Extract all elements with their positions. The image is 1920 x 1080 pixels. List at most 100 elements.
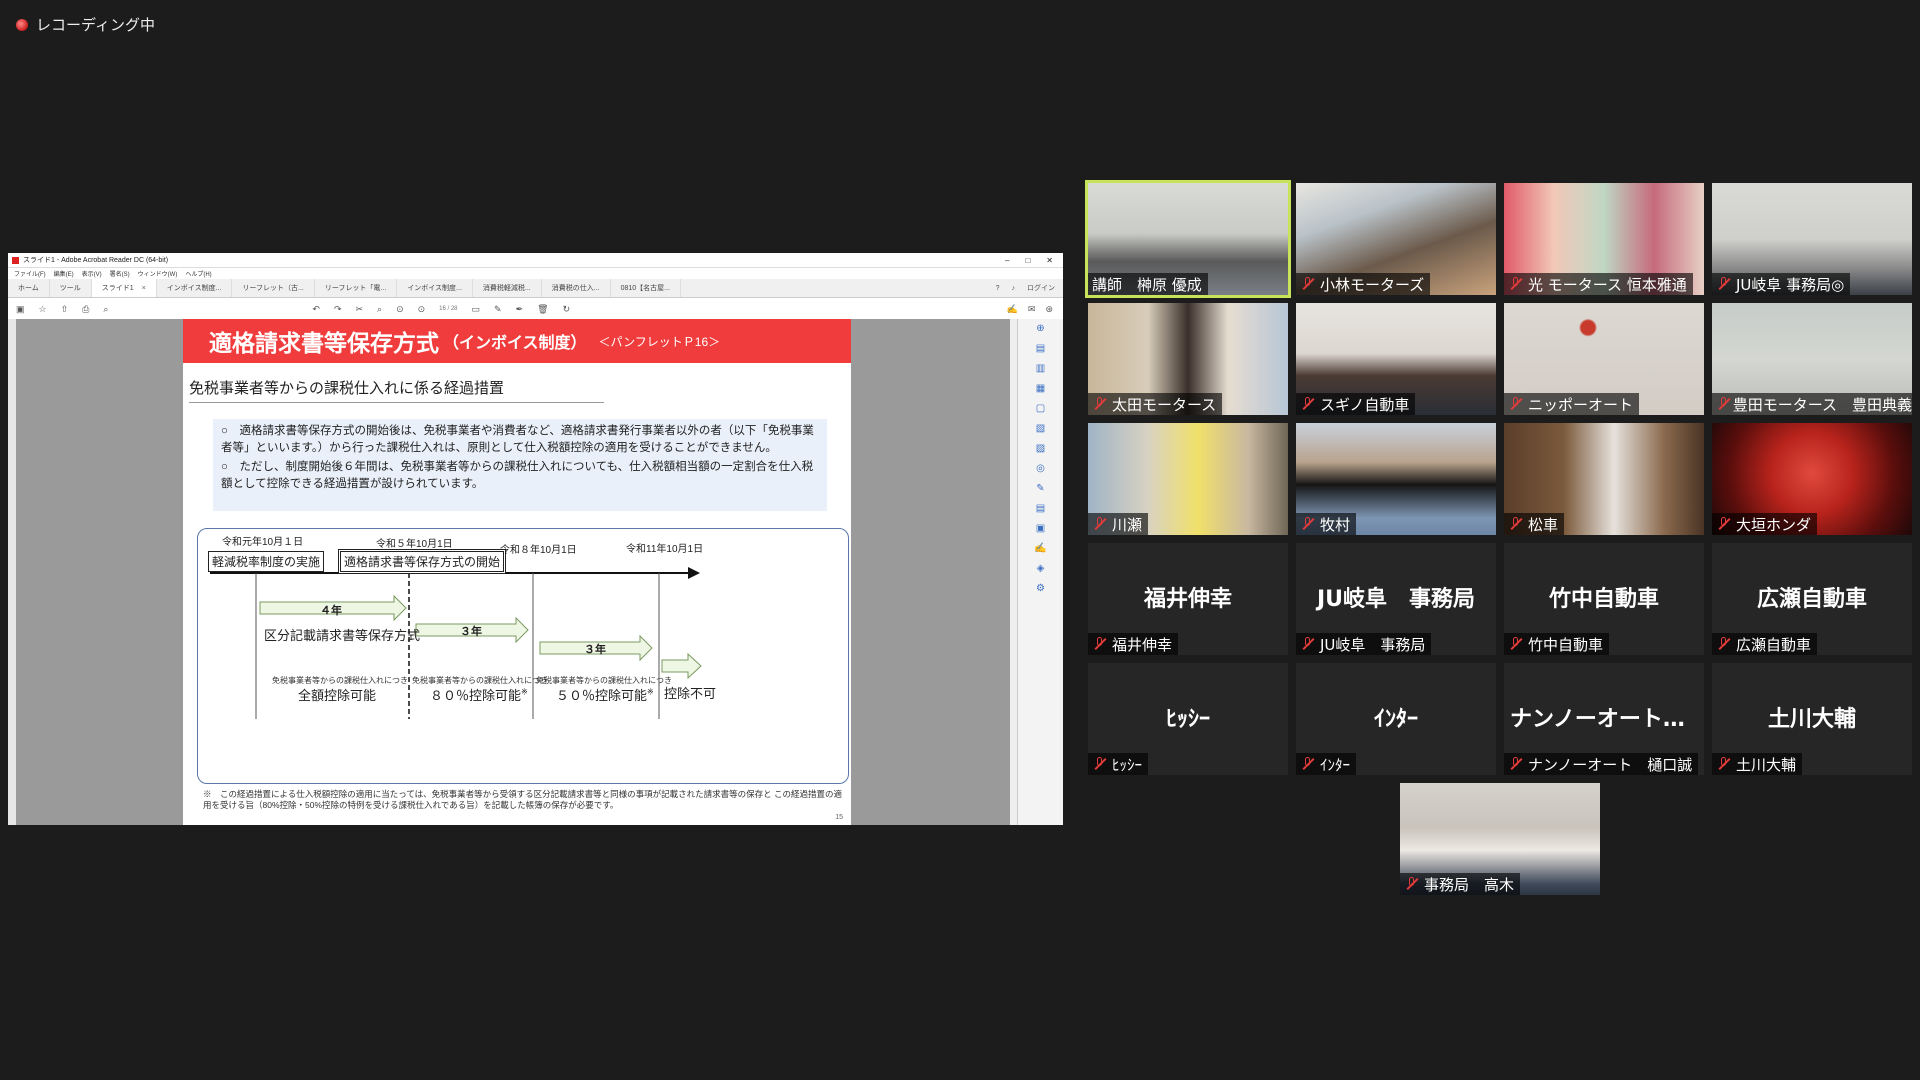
note-mark: ※ <box>521 687 528 697</box>
next-page-icon[interactable]: ⊙ <box>418 304 426 315</box>
tab-home[interactable]: ホーム <box>8 279 50 297</box>
participant-name: 光 モータース 恒本雅通 <box>1528 275 1687 294</box>
sign-icon[interactable]: ✒ <box>516 304 524 315</box>
tab-document-active[interactable]: スライド1 × <box>91 279 157 297</box>
stamp-icon[interactable]: ▤ <box>1036 503 1045 514</box>
star-icon[interactable]: ☆ <box>39 304 47 315</box>
tab-document[interactable]: 消費税の仕入... <box>542 279 611 297</box>
organize-icon[interactable]: ▧ <box>1036 423 1045 434</box>
participant-name: 竹中自動車 <box>1528 635 1604 654</box>
save-icon[interactable]: ▣ <box>16 304 25 315</box>
participant-tile[interactable]: 福井伸幸 福井伸幸 <box>1088 543 1288 655</box>
shared-screen[interactable]: スライド1 - Adobe Acrobat Reader DC (64-bit)… <box>8 253 1063 825</box>
participant-name: 福井伸幸 <box>1112 635 1173 654</box>
result-text: ８０％控除可能 <box>430 688 522 703</box>
participant-name-bar: 福井伸幸 <box>1088 633 1179 655</box>
delete-icon[interactable]: 🗑 <box>537 304 548 315</box>
participant-name-bar: 事務局 高木 <box>1400 873 1521 895</box>
participant-tile[interactable]: 広瀬自動車 広瀬自動車 <box>1712 543 1912 655</box>
minimize-icon[interactable]: – <box>1005 256 1009 265</box>
participant-tile[interactable]: JU岐阜 事務局 JU岐阜 事務局 <box>1296 543 1496 655</box>
mic-muted-icon <box>1508 756 1524 772</box>
menu-item[interactable]: 表示(V) <box>82 269 102 278</box>
tab-tools[interactable]: ツール <box>50 279 92 297</box>
cut-icon[interactable]: ✂ <box>355 304 363 315</box>
mail-icon[interactable]: ✉ <box>1028 304 1036 315</box>
result-text: ５０％控除可能 <box>556 688 648 703</box>
maximize-icon[interactable]: □ <box>1025 256 1030 265</box>
upload-icon[interactable]: ⇧ <box>61 304 69 315</box>
participant-tile[interactable]: ｲﾝﾀｰ ｲﾝﾀｰ <box>1296 663 1496 775</box>
document-area[interactable]: 適格請求書等保存方式 （インボイス制度） ＜パンフレットＰ16＞ 免税事業者等か… <box>8 319 1018 825</box>
participant-display-name: JU岐阜 事務局 <box>1316 587 1476 612</box>
menu-item[interactable]: ウィンドウ(W) <box>138 269 178 278</box>
sign-tool-icon[interactable]: ✍ <box>1034 543 1046 554</box>
comment-icon[interactable]: ▭ <box>472 304 481 315</box>
tab-document[interactable]: 消費税軽減税... <box>473 279 542 297</box>
search-icon[interactable]: ⌕ <box>377 304 382 315</box>
participant-tile[interactable]: ニッポーオート <box>1504 303 1704 415</box>
login-link[interactable]: ログイン <box>1027 283 1055 293</box>
help-icon[interactable]: ? <box>996 285 1000 292</box>
slide-page: 適格請求書等保存方式 （インボイス制度） ＜パンフレットＰ16＞ 免税事業者等か… <box>183 319 851 825</box>
tab-document[interactable]: インボイス制度... <box>397 279 473 297</box>
tab-document[interactable]: インボイス制度... <box>157 279 233 297</box>
participant-name: 講師 榊原 優成 <box>1092 275 1202 294</box>
tab-document[interactable]: リーフレット（古... <box>232 279 315 297</box>
mic-muted-icon <box>1092 756 1108 772</box>
protect-icon[interactable]: ◎ <box>1036 463 1045 474</box>
close-icon[interactable]: ✕ <box>1046 256 1053 265</box>
tab-close-icon[interactable]: × <box>142 285 146 292</box>
participant-tile[interactable]: 事務局 高木 <box>1400 783 1600 895</box>
create-pdf-icon[interactable]: ▥ <box>1036 363 1045 374</box>
participant-tile[interactable]: 太田モータース <box>1088 303 1288 415</box>
participant-tile[interactable]: 川瀬 <box>1088 423 1288 535</box>
page-indicator[interactable]: 16 / 28 <box>439 306 457 312</box>
participant-tile[interactable]: 竹中自動車 竹中自動車 <box>1504 543 1704 655</box>
zoom-in-icon[interactable]: ⊕ <box>1036 323 1044 334</box>
menu-item[interactable]: 署名(S) <box>110 269 130 278</box>
participant-name-bar: 講師 榊原 優成 <box>1088 273 1208 295</box>
participant-display-name: ナンノーオート 樋... <box>1510 707 1704 732</box>
participant-name: JU岐阜 事務局◎ <box>1736 275 1845 294</box>
participant-tile[interactable]: スギノ自動車 <box>1296 303 1496 415</box>
print-icon[interactable]: ⎙ <box>82 304 89 315</box>
tab-document[interactable]: 0810【名古屋... <box>611 279 681 297</box>
share-icon[interactable]: ⊛ <box>1045 304 1053 315</box>
redo-icon[interactable]: ↷ <box>334 304 342 315</box>
export-pdf-icon[interactable]: ▤ <box>1036 343 1045 354</box>
pen-icon[interactable]: ✎ <box>494 304 502 315</box>
fill-sign-icon[interactable]: ✍ <box>1007 304 1018 315</box>
participant-tile[interactable]: ナンノーオート 樋... ナンノーオート 樋口誠 <box>1504 663 1704 775</box>
certificate-icon[interactable]: ◈ <box>1037 563 1045 574</box>
zoom-icon[interactable]: ⌕ <box>103 304 108 315</box>
participant-tile[interactable]: 豊田モータース 豊田典義 <box>1712 303 1912 415</box>
menu-item[interactable]: ファイル(F) <box>14 269 46 278</box>
participant-tile[interactable]: JU岐阜 事務局◎ <box>1712 183 1912 295</box>
left-panel-toggle[interactable] <box>8 319 16 825</box>
measure-icon[interactable]: ▣ <box>1036 523 1045 534</box>
comment-tool-icon[interactable]: ▢ <box>1036 403 1045 414</box>
participant-tile[interactable]: 光 モータース 恒本雅通 <box>1504 183 1704 295</box>
participant-tile[interactable]: 牧村 <box>1296 423 1496 535</box>
compress-icon[interactable]: ▨ <box>1036 443 1045 454</box>
participant-name: 大垣ホンダ <box>1736 515 1812 534</box>
participant-tile[interactable]: 大垣ホンダ <box>1712 423 1912 535</box>
participant-tile[interactable]: 小林モーターズ <box>1296 183 1496 295</box>
undo-icon[interactable]: ↶ <box>312 304 320 315</box>
fill-tool-icon[interactable]: ✎ <box>1036 483 1044 494</box>
more-tools-icon[interactable]: ⚙ <box>1036 583 1045 594</box>
participant-tile[interactable]: 松車 <box>1504 423 1704 535</box>
rotate-icon[interactable]: ↻ <box>563 304 571 315</box>
participant-display-name: 竹中自動車 <box>1548 587 1659 612</box>
menu-item[interactable]: 編集(E) <box>54 269 74 278</box>
participant-tile[interactable]: 講師 榊原 優成 <box>1085 180 1291 298</box>
prev-page-icon[interactable]: ⊙ <box>396 304 404 315</box>
menu-item[interactable]: ヘルプ(H) <box>185 269 211 278</box>
bell-icon[interactable]: ♪ <box>1012 285 1016 292</box>
tab-document[interactable]: リーフレット「電... <box>315 279 398 297</box>
participant-tile[interactable]: 土川大輔 土川大輔 <box>1712 663 1912 775</box>
result-label: ８０％控除可能※ <box>430 685 528 704</box>
participant-tile[interactable]: ﾋｯｼｰ ﾋｯｼｰ <box>1088 663 1288 775</box>
edit-pdf-icon[interactable]: ▦ <box>1036 383 1045 394</box>
